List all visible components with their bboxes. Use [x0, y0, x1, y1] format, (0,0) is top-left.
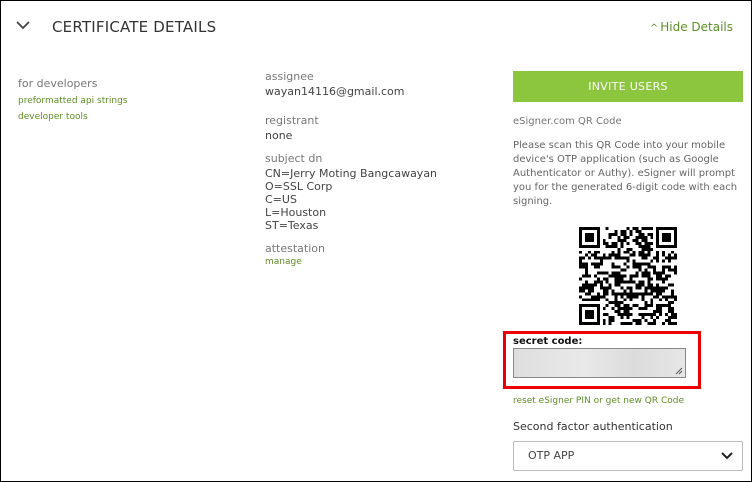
subject-dn-line: L=Houston: [265, 206, 327, 219]
subject-dn-label: subject dn: [265, 152, 323, 165]
assignee-value: wayan14116@gmail.com: [265, 85, 405, 98]
subject-dn-line: O=SSL Corp: [265, 180, 333, 193]
subject-dn-line: ST=Texas: [265, 219, 319, 232]
certificate-fields: assignee wayan14116@gmail.com registrant…: [265, 70, 495, 277]
assignee-group: assignee wayan14116@gmail.com: [265, 70, 495, 98]
panel-header: CERTIFICATE DETAILS ^ Hide Details: [1, 1, 751, 53]
secret-code-field[interactable]: [513, 348, 686, 378]
subject-dn-line: CN=Jerry Moting Bangcawayan: [265, 167, 438, 180]
secret-code-label: secret code:: [513, 336, 583, 347]
developer-tools-link[interactable]: developer tools: [18, 109, 128, 125]
qr-code-icon: [579, 227, 677, 325]
attestation-manage-link[interactable]: manage: [265, 257, 495, 267]
registrant-label: registrant: [265, 114, 319, 127]
panel-title: CERTIFICATE DETAILS: [52, 18, 217, 36]
qr-title: eSigner.com QR Code: [513, 116, 622, 127]
second-factor-label: Second factor authentication: [513, 420, 673, 433]
qr-description: Please scan this QR Code into your mobil…: [513, 140, 738, 207]
attestation-label: attestation: [265, 242, 325, 255]
dropdown-arrow-icon: [721, 452, 733, 460]
invite-users-button[interactable]: INVITE USERS: [513, 71, 743, 102]
second-factor-select[interactable]: OTP APP: [513, 441, 743, 471]
registrant-group: registrant none: [265, 114, 495, 142]
subject-dn-line: C=US: [265, 193, 297, 206]
right-panel: INVITE USERS eSigner.com QR Code Please …: [513, 71, 743, 209]
attestation-group: attestation manage: [265, 242, 495, 267]
developer-section: for developers preformatted api strings …: [18, 77, 128, 125]
resize-handle-icon[interactable]: [675, 367, 683, 375]
hide-details-label: Hide Details: [660, 20, 733, 34]
hide-details-link[interactable]: ^ Hide Details: [650, 20, 733, 34]
chevron-down-icon[interactable]: [15, 17, 31, 33]
assignee-label: assignee: [265, 70, 314, 83]
second-factor-value: OTP APP: [528, 449, 575, 462]
reset-pin-link[interactable]: reset eSigner PIN or get new QR Code: [513, 396, 684, 406]
subject-dn-group: subject dn CN=Jerry Moting Bangcawayan O…: [265, 152, 495, 232]
developer-section-title: for developers: [18, 77, 98, 90]
caret-up-icon: ^: [649, 23, 659, 34]
certificate-details-panel: CERTIFICATE DETAILS ^ Hide Details for de…: [0, 0, 752, 482]
registrant-value: none: [265, 129, 293, 142]
preformatted-api-strings-link[interactable]: preformatted api strings: [18, 93, 128, 109]
